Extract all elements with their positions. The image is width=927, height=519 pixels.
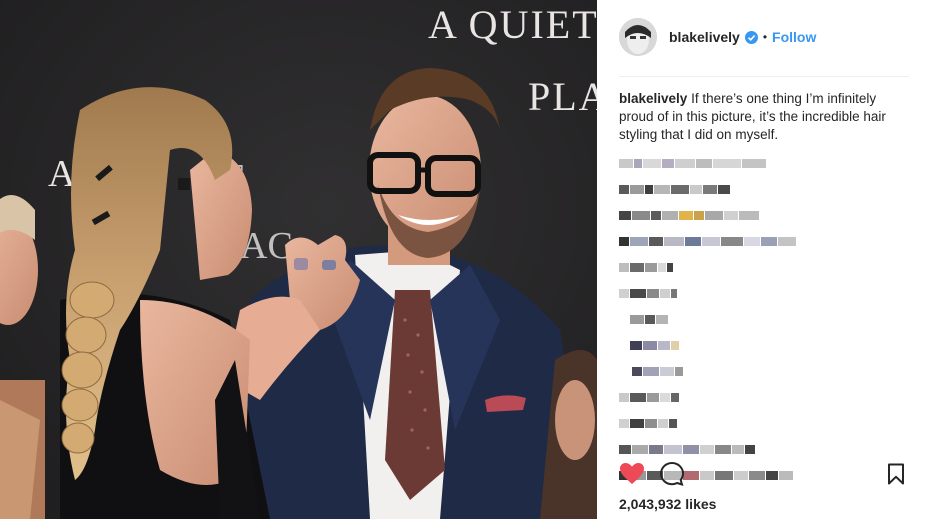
comment-row[interactable] [619, 358, 909, 384]
comment-row[interactable] [619, 410, 909, 436]
verified-badge-icon [744, 30, 758, 44]
follow-button[interactable]: Follow [772, 29, 816, 45]
header-separator: • [762, 30, 768, 44]
comment-row[interactable] [619, 384, 909, 410]
comment-row[interactable] [619, 306, 909, 332]
action-bar [619, 461, 909, 492]
heart-icon[interactable] [619, 462, 645, 491]
comment-row[interactable] [619, 228, 909, 254]
header-divider [619, 76, 909, 77]
caption-username[interactable]: blakelively [619, 91, 687, 106]
comment-row[interactable] [619, 280, 909, 306]
likes-label: likes [685, 496, 717, 512]
post-header: blakelively • Follow [619, 17, 909, 57]
backdrop-text-top: A QUIET [428, 2, 597, 47]
backdrop-text-second: PLA [528, 74, 597, 119]
bookmark-icon[interactable] [887, 463, 905, 490]
post-caption: blakelively If there’s one thing I’m inf… [619, 90, 909, 144]
avatar-image [619, 18, 657, 56]
comment-icon[interactable] [659, 461, 685, 492]
likes-number: 2,043,932 [619, 496, 682, 512]
comment-row[interactable] [619, 254, 909, 280]
post-sidebar: blakelively • Follow blakelively If ther… [597, 0, 927, 519]
header-username[interactable]: blakelively [669, 29, 740, 45]
comment-row[interactable] [619, 202, 909, 228]
comment-row[interactable] [619, 176, 909, 202]
comments-list [619, 150, 909, 488]
post-photo-art: A QUIET PLA A T AC [0, 0, 597, 519]
comment-row[interactable] [619, 332, 909, 358]
likes-count[interactable]: 2,043,932 likes [619, 496, 716, 512]
comment-row[interactable] [619, 436, 909, 462]
comment-row[interactable] [619, 150, 909, 176]
post-photo[interactable]: A QUIET PLA A T AC [0, 0, 597, 519]
avatar[interactable] [619, 18, 657, 56]
